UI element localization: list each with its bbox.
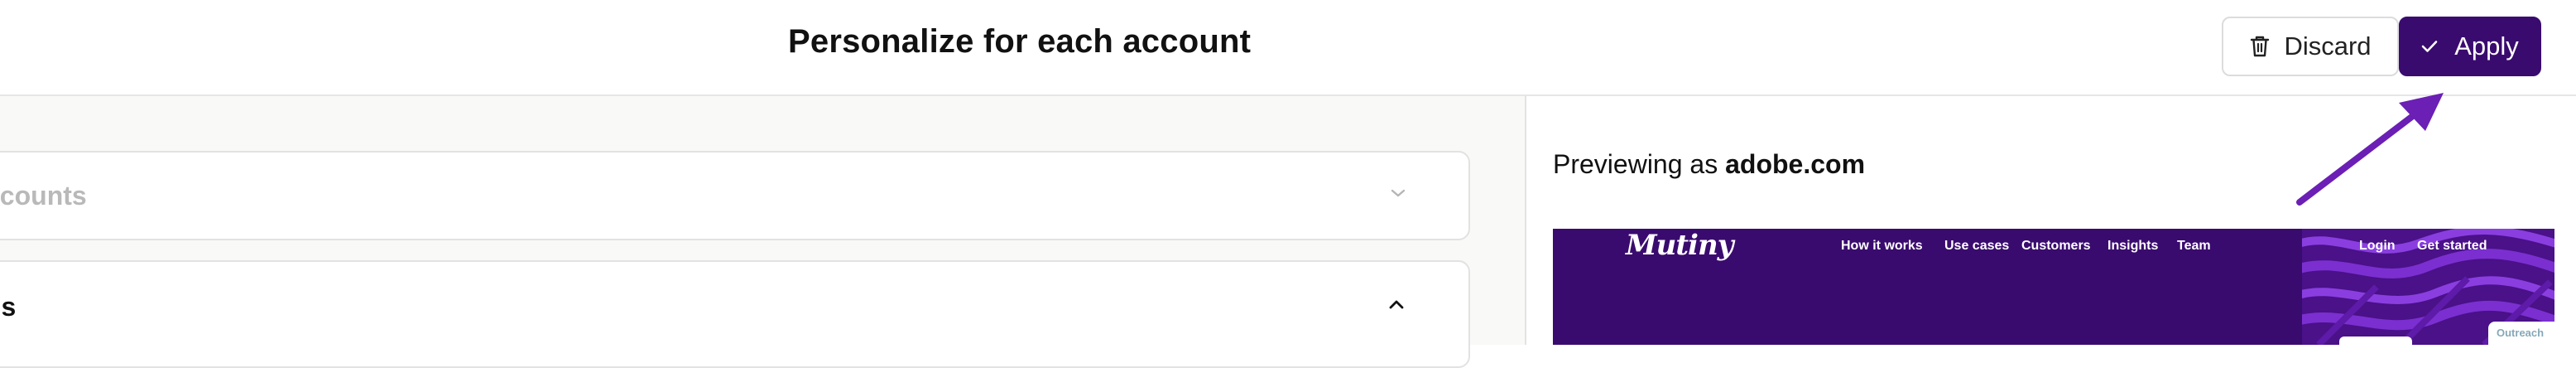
accounts-section[interactable]: ccounts bbox=[0, 151, 1470, 240]
outreach-badge: Outreach bbox=[2488, 322, 2554, 345]
preview-prefix: Previewing as bbox=[1553, 149, 1718, 179]
site-login-link: Login bbox=[2359, 239, 2396, 253]
site-get-started-link: Get started bbox=[2417, 239, 2487, 253]
site-nav-insights: Insights bbox=[2107, 239, 2159, 253]
site-nav-use-cases: Use cases bbox=[1944, 239, 2010, 253]
top-bar: Personalize for each account Discard App… bbox=[0, 0, 2576, 96]
discard-button[interactable]: Discard bbox=[2222, 17, 2399, 76]
accounts-section-title: ccounts bbox=[0, 181, 87, 211]
trash-icon bbox=[2249, 35, 2271, 58]
check-icon bbox=[2421, 40, 2438, 53]
page-title: Personalize for each account bbox=[788, 23, 1252, 60]
apply-label: Apply bbox=[2454, 31, 2519, 61]
site-cta-tab bbox=[2339, 337, 2412, 345]
site-nav-how-it-works: How it works bbox=[1841, 239, 1923, 253]
discard-label: Discard bbox=[2284, 31, 2372, 61]
apply-button[interactable]: Apply bbox=[2399, 17, 2541, 76]
preview-label: Previewing as adobe.com bbox=[1553, 149, 1865, 180]
site-logo: Mutiny bbox=[1626, 229, 1733, 262]
preview-account: adobe.com bbox=[1725, 149, 1866, 179]
items-section[interactable]: ns bbox=[0, 260, 1470, 368]
chevron-down-icon[interactable] bbox=[1389, 187, 1407, 203]
site-nav-team: Team bbox=[2177, 239, 2211, 253]
site-preview: Mutiny How it works Use cases Customers … bbox=[1553, 229, 2554, 345]
chevron-up-icon[interactable] bbox=[1387, 298, 1406, 314]
items-section-title: ns bbox=[0, 292, 17, 322]
site-nav-customers: Customers bbox=[2021, 239, 2091, 253]
